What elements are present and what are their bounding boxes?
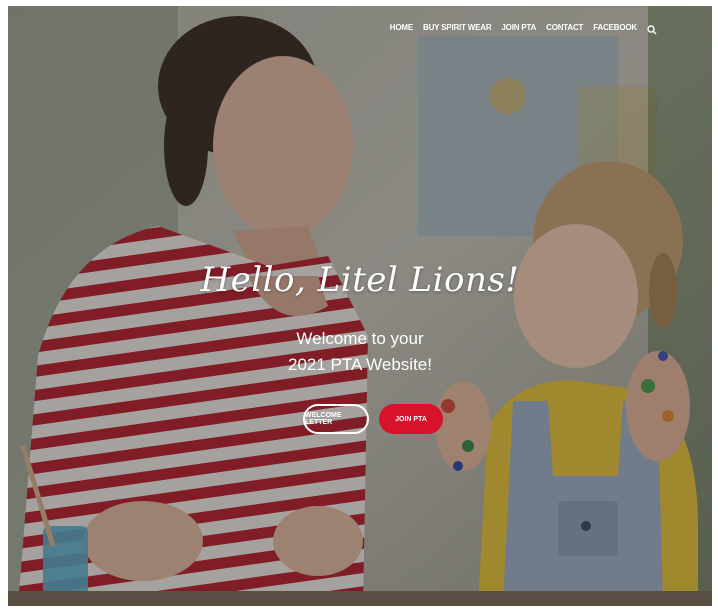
- search-icon[interactable]: [647, 22, 657, 35]
- welcome-letter-button[interactable]: WELCOME LETTER: [303, 404, 369, 434]
- nav-join-pta[interactable]: JOIN PTA: [501, 23, 536, 32]
- nav-buy-spirit-wear[interactable]: BUY SPIRIT WEAR: [423, 23, 492, 32]
- hero-dark-overlay: [8, 6, 712, 606]
- hero-section: HOME BUY SPIRIT WEAR JOIN PTA CONTACT FA…: [8, 6, 712, 606]
- join-pta-button[interactable]: JOIN PTA: [379, 404, 443, 434]
- nav-home[interactable]: HOME: [390, 23, 413, 32]
- nav-facebook[interactable]: FACEBOOK: [593, 23, 637, 32]
- main-nav: HOME BUY SPIRIT WEAR JOIN PTA CONTACT FA…: [390, 22, 657, 35]
- nav-contact[interactable]: CONTACT: [546, 23, 583, 32]
- hero-buttons: WELCOME LETTER JOIN PTA: [303, 404, 443, 434]
- welcome-line-1: Welcome to your: [296, 329, 424, 348]
- welcome-line-2: 2021 PTA Website!: [288, 355, 432, 374]
- hero-welcome-text: Welcome to your 2021 PTA Website!: [8, 326, 712, 378]
- hero-headline: Hello, Litel Lions!: [200, 260, 520, 300]
